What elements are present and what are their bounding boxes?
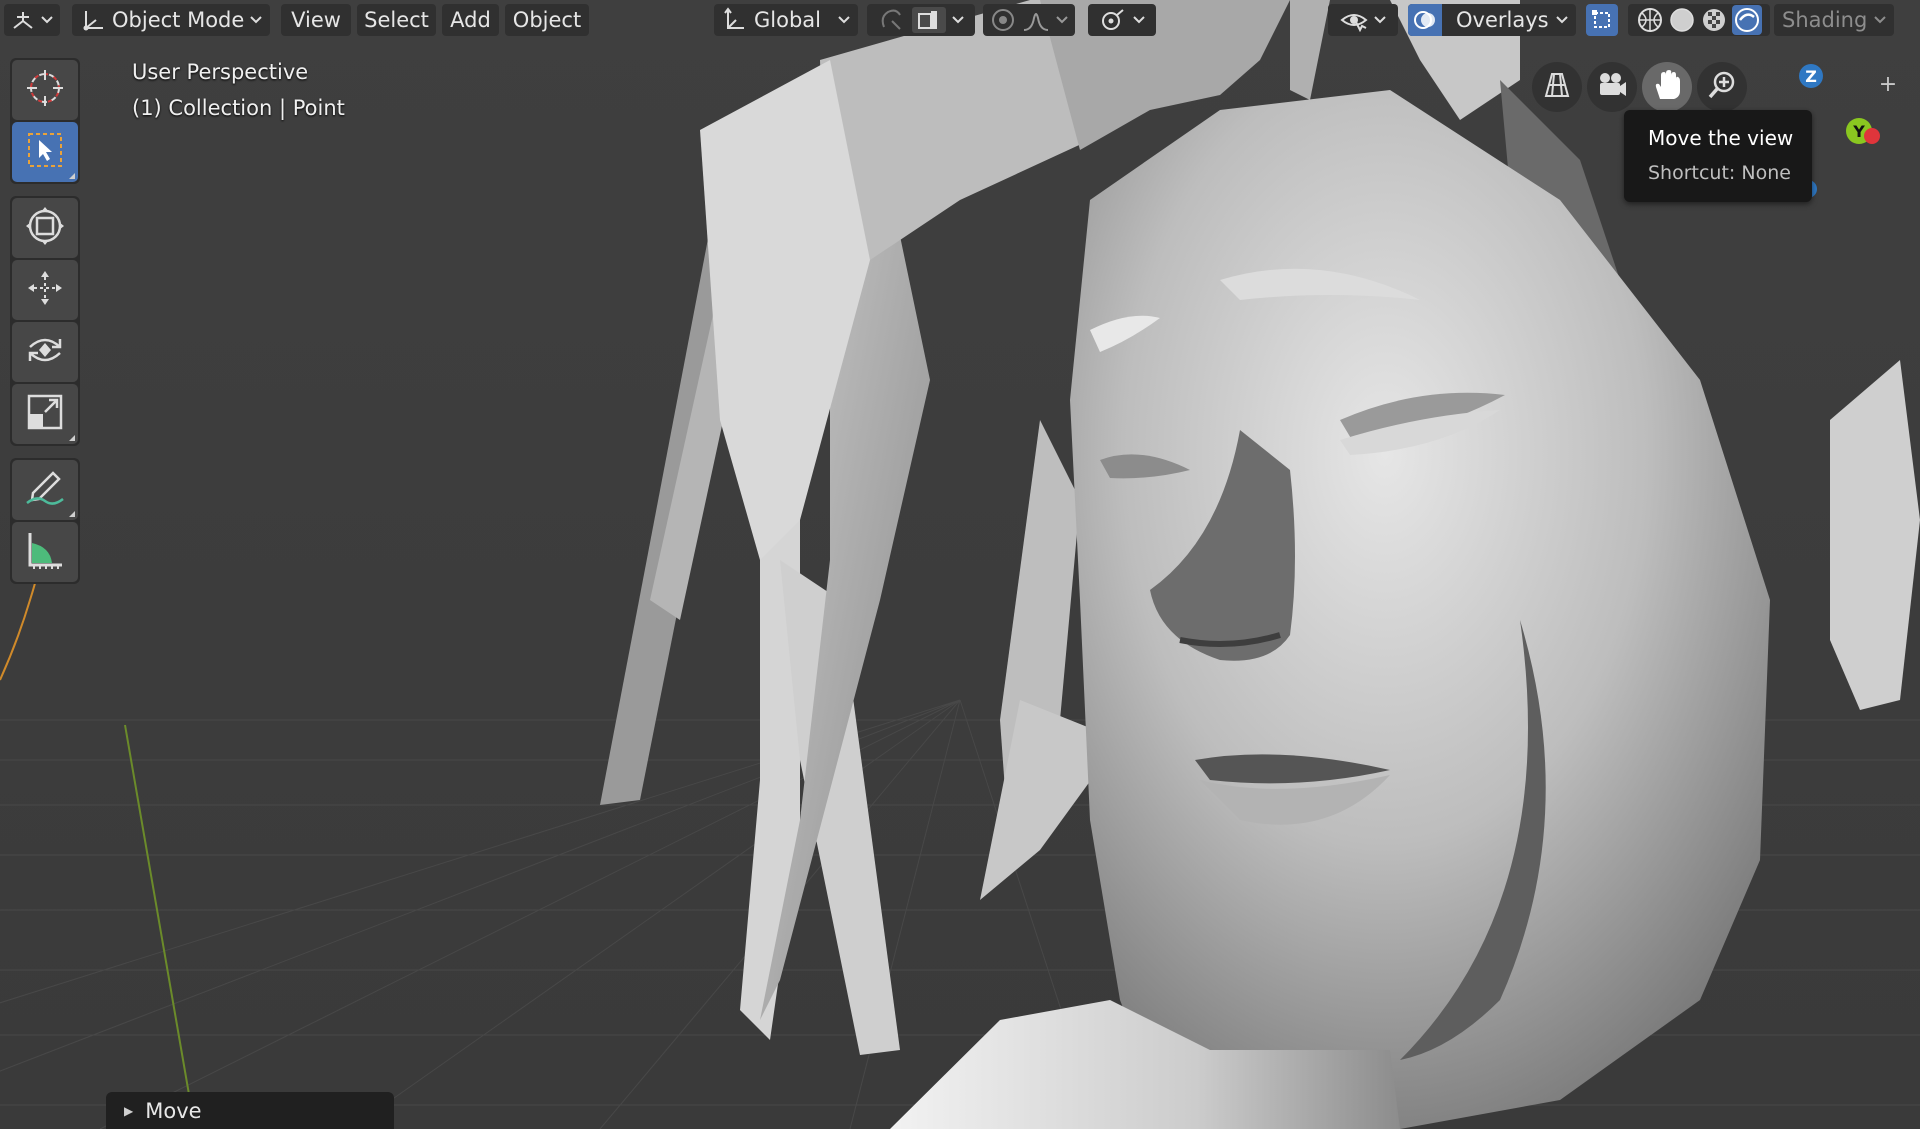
measure-ruler-icon [24,529,66,575]
transform-affect-dropdown[interactable] [1088,4,1156,36]
chevron-down-icon [250,16,263,24]
link-icon [1099,7,1127,33]
transform-orientation-icon [722,7,748,33]
orientation-dropdown[interactable]: Global [714,4,858,36]
cursor-icon [25,68,65,112]
xray-icon [1590,8,1614,32]
mode-dropdown[interactable]: Object Mode [72,4,270,36]
falloff-curve-icon[interactable] [1022,8,1050,32]
xray-toggle[interactable] [1586,4,1618,36]
orientation-label: Global [754,8,821,32]
last-operator-panel[interactable]: ▶ Move [106,1092,394,1129]
tooltip: Move the view Shortcut: None [1624,110,1812,202]
shading-mode-group [1628,4,1770,36]
axis-x-handle[interactable] [1864,128,1880,144]
3d-viewport-icon [11,9,35,31]
solid-shading-icon[interactable] [1668,6,1696,34]
tool-cursor[interactable] [12,60,78,120]
tool-scale[interactable] [12,384,78,444]
tooltip-title: Move the view [1648,126,1794,150]
chevron-down-icon [1556,16,1568,24]
tool-variants-corner [69,511,75,517]
overlays-dropdown[interactable]: Overlays [1408,4,1576,36]
proportional-editing-group [983,4,1075,36]
object-mode-icon [80,8,106,32]
visibility-dropdown[interactable] [1328,4,1398,36]
chevron-down-icon [1874,16,1886,24]
move-view-button[interactable] [1642,62,1692,112]
chevron-down-icon [838,16,850,24]
axis-z-handle[interactable]: Z [1799,64,1823,88]
rendered-shading-icon[interactable] [1732,5,1762,35]
hand-icon [1651,69,1683,105]
scale-icon [25,392,65,436]
tool-move[interactable] [12,260,78,320]
annotate-pencil-icon [23,467,67,513]
operator-label: Move [145,1098,202,1123]
rotate-icon [24,329,66,375]
menu-add[interactable]: Add [442,4,499,36]
chevron-down-icon[interactable] [952,16,964,24]
toggle-perspective-button[interactable] [1532,62,1582,112]
tool-rotate[interactable] [12,322,78,382]
expand-triangle-icon[interactable]: ▶ [124,1104,133,1118]
sidebar-expand-plus-icon[interactable]: + [1874,70,1902,98]
chevron-down-icon [1133,16,1145,24]
zoom-view-button[interactable] [1697,62,1747,112]
tool-annotate[interactable] [12,460,78,520]
transform-icon [24,205,66,251]
chevron-down-icon[interactable] [1056,16,1068,24]
pivot-snap-group [867,4,975,36]
move-arrows-icon [24,267,66,313]
tool-transform[interactable] [12,198,78,258]
viewport-header: Object Mode View Select Add Object Globa… [0,0,1920,42]
axis-z-label: Z [1805,66,1817,86]
camera-view-button[interactable] [1587,62,1637,112]
tool-select-box[interactable] [12,122,78,182]
tool-measure[interactable] [12,522,78,582]
chevron-down-icon [1374,16,1386,24]
overlays-icon[interactable] [1408,4,1442,36]
mode-label: Object Mode [112,8,245,32]
menu-view[interactable]: View [281,4,351,36]
3d-viewport[interactable]: Object Mode View Select Add Object Globa… [0,0,1920,1129]
tool-variants-corner [69,435,75,441]
wireframe-shading-icon[interactable] [1636,6,1664,34]
eye-selectable-icon [1340,8,1368,32]
snap-icon[interactable] [912,7,946,33]
menu-object[interactable]: Object [505,4,589,36]
tooltip-shortcut: Shortcut: None [1648,162,1791,184]
collection-info-label: (1) Collection | Point [132,96,345,120]
proportional-editing-icon[interactable] [990,7,1016,33]
editor-type-button[interactable] [4,4,60,36]
tool-variants-corner [69,173,75,179]
select-box-icon [25,130,65,174]
toolbar-select-group [10,58,80,184]
grid-perspective-icon [1542,70,1572,104]
toolbar-annotate-group [10,458,80,584]
toolbar-transform-group [10,196,80,446]
menu-select[interactable]: Select [357,4,436,36]
camera-icon [1596,70,1628,104]
zoom-icon [1707,70,1737,104]
axis-y-label-spacer [1852,128,1862,138]
shading-label: Shading [1782,8,1868,32]
shading-dropdown[interactable]: Shading [1774,4,1894,36]
material-shading-icon[interactable] [1700,6,1728,34]
chevron-down-icon [41,16,53,24]
view-name-label: User Perspective [132,60,309,84]
overlays-label: Overlays [1456,8,1549,32]
pivot-point-icon[interactable] [878,7,906,33]
